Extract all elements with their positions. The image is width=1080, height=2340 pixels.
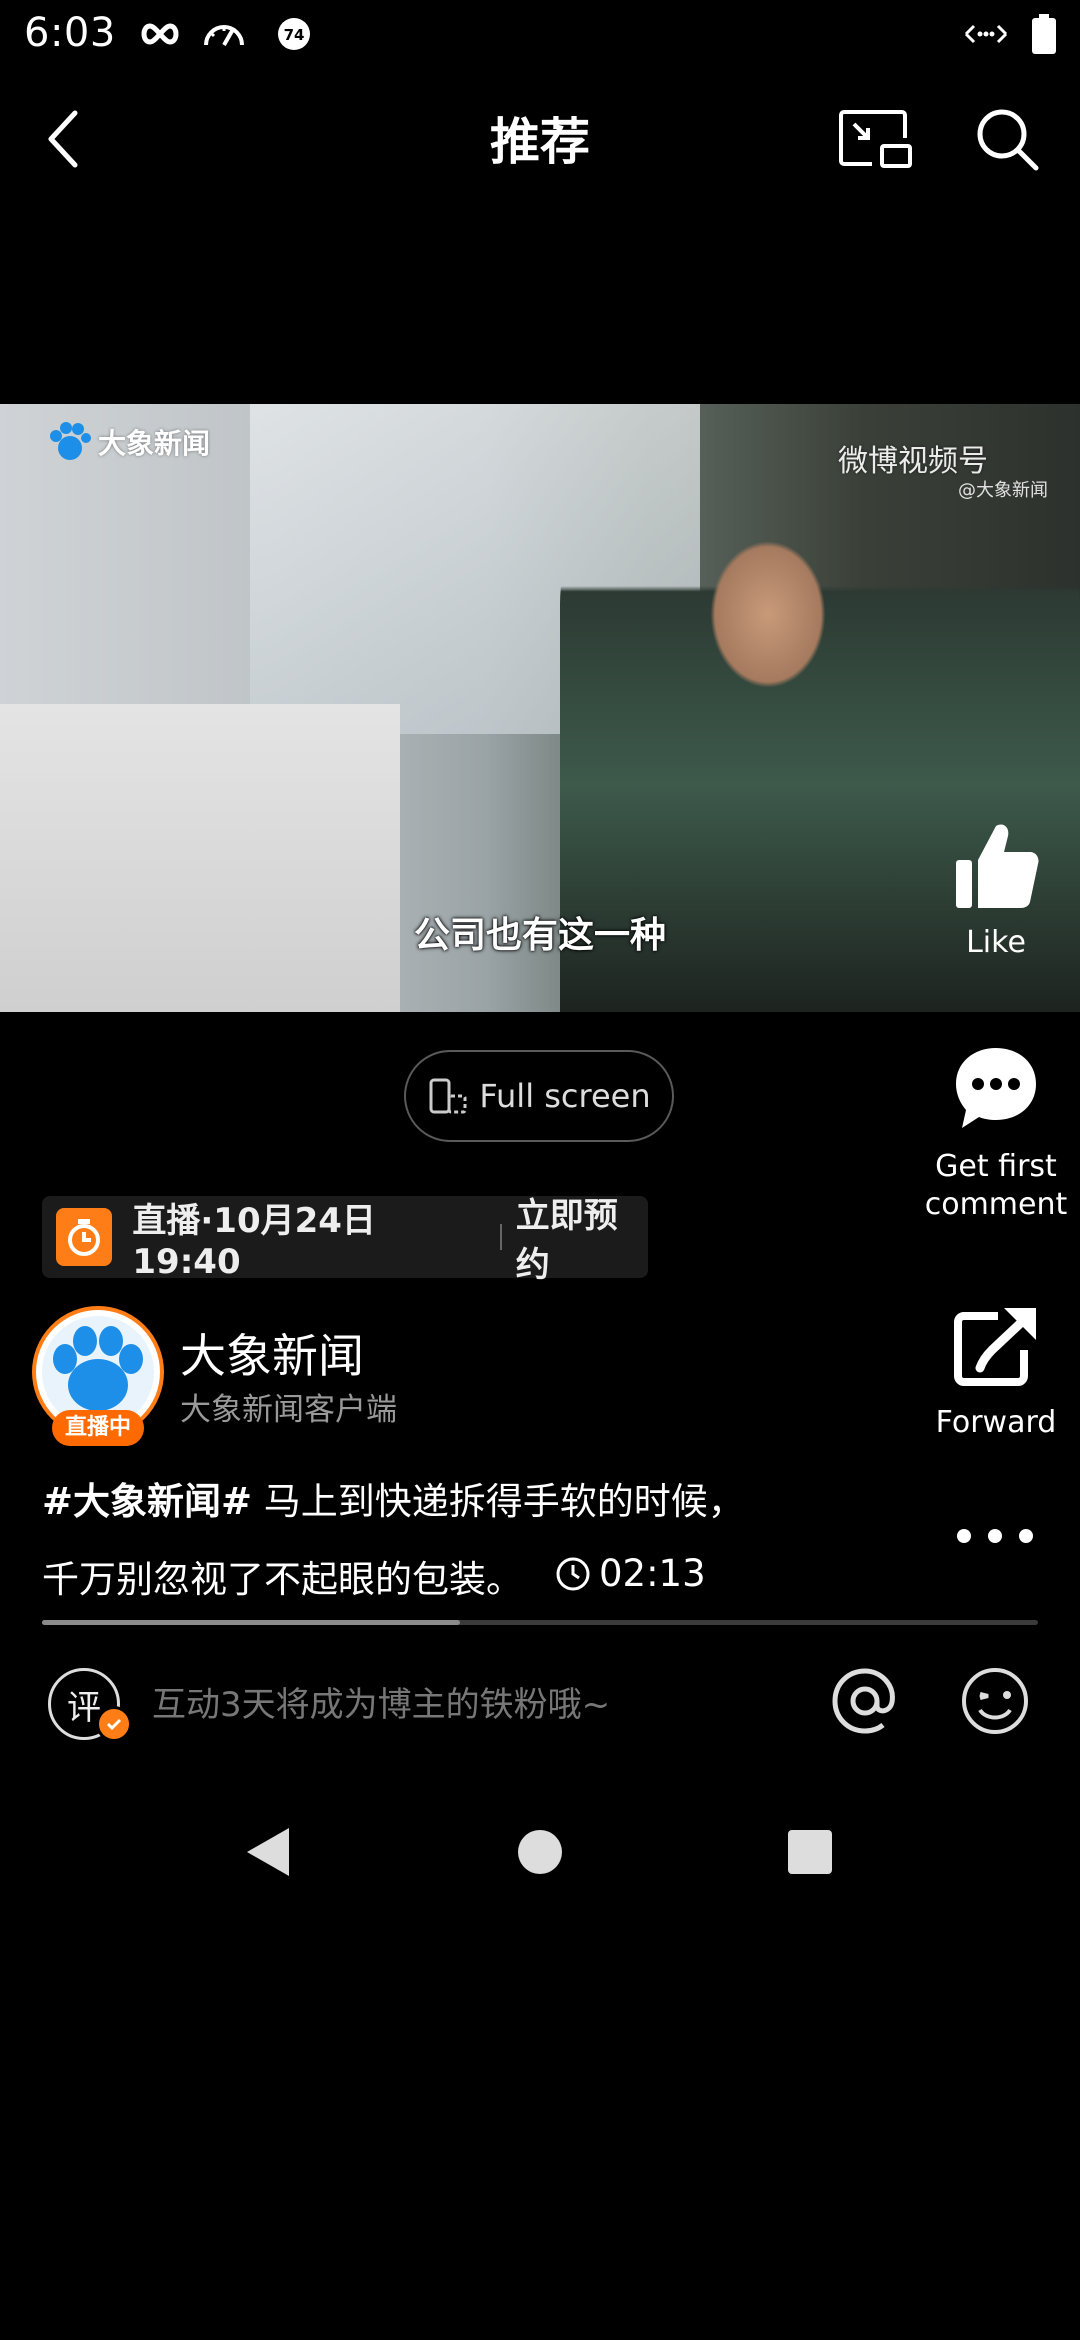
system-back-button[interactable] [228, 1822, 308, 1882]
video-caption: #大象新闻# 马上到快递拆得手软的时候， 千万别忽视了不起眼的包装。 02:13 [42, 1466, 902, 1616]
comment-bubble-icon [956, 1048, 1036, 1128]
duration: 02:13 [555, 1538, 706, 1610]
system-home-button[interactable] [500, 1822, 580, 1882]
notification-badge-number: 74 [284, 26, 305, 44]
live-divider [499, 1224, 502, 1250]
comment-label-line1: Get first [935, 1149, 1057, 1184]
video-progress-fill [42, 1620, 461, 1625]
picture-in-picture-icon [839, 110, 912, 168]
caption-text-line2: 千万别忽视了不起眼的包装。 [42, 1558, 523, 1601]
emoji-button[interactable] [960, 1666, 1030, 1736]
square-recents-icon [788, 1830, 832, 1874]
triangle-back-icon [247, 1828, 289, 1876]
video-watermark: 微博视频号 [838, 444, 988, 479]
full-screen-label: Full screen [479, 1077, 651, 1115]
picture-in-picture-button[interactable] [830, 94, 920, 184]
caption-line2: 千万别忽视了不起眼的包装。 02:13 [42, 1538, 902, 1616]
duration-text: 02:13 [599, 1552, 706, 1595]
rotate-phone-icon [429, 1078, 467, 1114]
forward-button[interactable]: Forward [926, 1306, 1066, 1446]
comment-input[interactable] [150, 1674, 794, 1736]
forward-label: Forward [935, 1405, 1057, 1440]
caption-hashtag[interactable]: #大象新闻# [42, 1480, 252, 1523]
video-logo-text: 大象新闻 [98, 427, 211, 460]
at-sign-icon [832, 1668, 895, 1734]
smiley-icon [962, 1668, 1028, 1734]
live-schedule: 直播·10月24日 19:40 [132, 1200, 376, 1282]
infinity-icon [138, 14, 182, 54]
clock-icon [56, 1208, 113, 1266]
forward-icon [954, 1308, 1036, 1386]
like-label: Like [966, 925, 1026, 960]
speedometer-icon [202, 14, 246, 54]
caption-line1: #大象新闻# 马上到快递拆得手软的时候， [42, 1466, 902, 1538]
video-background-boxes [0, 704, 400, 1012]
comment-label-line2: comment [924, 1187, 1068, 1222]
author-name[interactable]: 大象新闻 [180, 1320, 364, 1386]
like-button[interactable]: Like [926, 820, 1066, 970]
paw-logo-icon [50, 422, 91, 460]
author-subtitle: 大象新闻客户端 [180, 1392, 397, 1428]
battery-icon [1024, 14, 1064, 54]
system-recents-button[interactable] [770, 1822, 850, 1882]
duration-clock-icon [556, 1557, 590, 1591]
mention-button[interactable] [830, 1666, 900, 1736]
notification-badge-icon: 74 [272, 14, 316, 54]
more-dots-icon [957, 1529, 1033, 1543]
full-screen-button[interactable]: Full screen [404, 1050, 674, 1142]
search-icon [977, 109, 1039, 171]
comment-button[interactable]: Get first comment [925, 1044, 1067, 1234]
live-reservation-bar[interactable]: 直播·10月24日 19:40 立即预约 [42, 1196, 648, 1285]
check-badge-icon [96, 1706, 132, 1742]
data-arrows-icon [962, 14, 1010, 54]
circle-home-icon [518, 1830, 562, 1874]
video-subtitle: 公司也有这一种 [413, 915, 666, 956]
video-logo: 大象新闻 [48, 420, 210, 464]
more-options-button[interactable] [950, 1516, 1040, 1556]
caption-text-line1: 马上到快递拆得手软的时候， [252, 1480, 745, 1523]
live-badge: 直播中 [52, 1410, 144, 1446]
reserve-button[interactable]: 立即预约 [516, 1188, 648, 1286]
video-progress-bar[interactable] [42, 1620, 1038, 1625]
status-time: 6:03 [24, 10, 116, 56]
search-button[interactable] [962, 94, 1052, 184]
video-watermark-sub: @大象新闻 [958, 480, 1048, 501]
thumbs-up-icon [956, 824, 1039, 908]
